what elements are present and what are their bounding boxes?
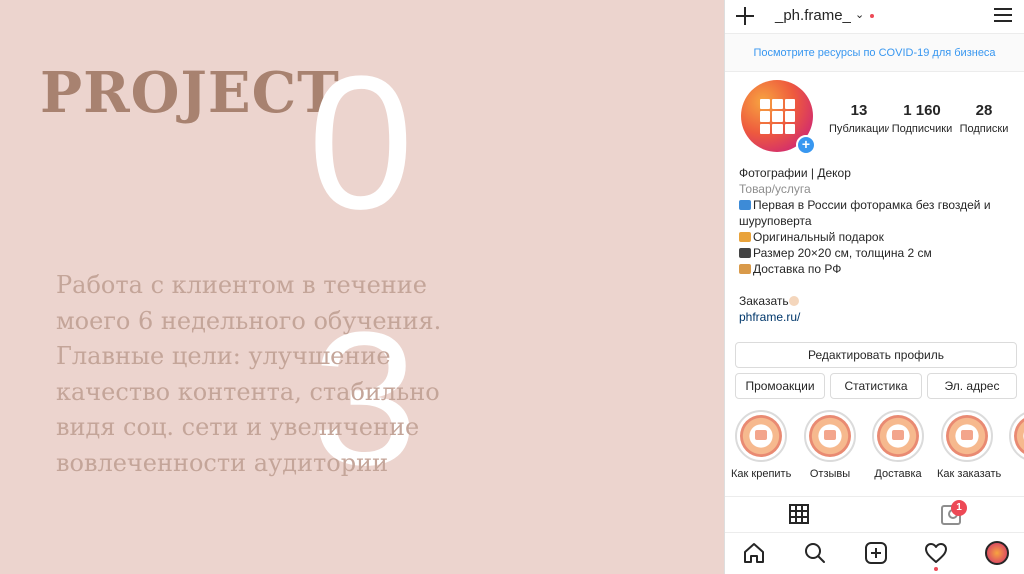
tagged-count-badge: 1 [951,500,967,516]
bio-line: Заказать [739,294,789,308]
arrow-up-icon [739,200,751,210]
slide-description: Работа с клиентом в течение моего 6 неде… [56,268,456,481]
profile-category: Товар/услуга [739,182,811,196]
highlight-item[interactable]: Отзывы [800,410,860,480]
promotions-button[interactable]: Промоакции [735,373,825,399]
description-line: качество контента, стабильно [56,377,440,406]
activity-dot [934,567,938,571]
covid-resources-link[interactable]: Посмотрите ресурсы по COVID-19 для бизне… [753,47,995,59]
highlight-label: Отзывы [809,468,851,480]
highlight-cover [872,410,924,462]
insights-button[interactable]: Статистика [830,373,922,399]
description-line: Работа с клиентом в течение [56,271,427,299]
highlight-label: Доставка [874,468,922,480]
shopping-bag-icon [946,415,988,457]
add-story-icon[interactable]: + [796,135,816,155]
edit-profile-button[interactable]: Редактировать профиль [735,342,1017,368]
home-icon[interactable] [742,541,766,565]
highlight-item[interactable]: Как заказать [937,410,1002,480]
description-line: вовлеченности аудитории [56,448,389,477]
highlight-item[interactable]: Доставка [868,410,928,480]
bio-line: Размер 20×20 см, толщина 2 см [753,246,932,260]
search-icon[interactable] [803,541,827,565]
profile-tabs: 1 [725,496,1024,530]
bio-line: шуруповерта [739,214,812,228]
account-username[interactable]: _ph.frame_ [775,7,851,24]
bio-line: Оригинальный подарок [753,230,884,244]
highlight-label: Как заказать [937,468,1002,480]
description-line: Главные цели: улучшение [56,342,391,370]
stat-value: 13 [850,102,868,119]
highlight-cover [941,410,993,462]
heart-icon[interactable] [924,541,948,565]
delivery-box-icon [877,415,919,457]
profile-name: Фотографии | Декор [739,166,851,180]
description-line: моего 6 недельного обучения. [56,306,442,335]
bio-line: Первая в России фоторамка без гвоздей и [753,198,991,212]
ruler-icon [739,248,751,258]
stat-label: Публикации [829,123,889,135]
stat-value: 1 160 [903,102,941,119]
highlight-item[interactable]: Как крепить [731,410,791,480]
gift-icon [739,232,751,242]
stat-label: Подписчики [891,123,953,135]
bio-line: Доставка по РФ [753,262,842,276]
highlight-cover-icon [1014,415,1024,457]
covid-banner[interactable]: Посмотрите ресурсы по COVID-19 для бизне… [725,34,1024,72]
stat-label: Подписки [959,123,1009,135]
pointing-down-icon [788,296,799,306]
top-bar: _ph.frame_ ⌄ [725,0,1024,34]
create-post-icon[interactable] [864,541,888,565]
heart-message-icon [809,415,851,457]
slide-title: PROJECT [40,60,340,126]
plus-icon[interactable] [735,6,755,26]
description-line: видя соц. сети и увеличение [56,413,420,441]
notification-dot [870,14,874,18]
instagram-profile-screen: _ph.frame_ ⌄ Посмотрите ресурсы по COVID… [724,0,1024,574]
profile-avatar-icon[interactable] [985,541,1009,565]
package-icon [739,264,751,274]
email-button[interactable]: Эл. адрес [927,373,1017,399]
highlight-cover [735,410,787,462]
profile-website-link[interactable]: phframe.ru/ [739,309,1011,325]
slide-number-top: 0 [308,37,414,249]
profile-bio: Фотографии | Декор Товар/услуга Первая в… [725,165,1024,325]
bottom-navigation [725,532,1024,574]
highlight-item-partial[interactable] [1005,410,1024,462]
chevron-down-icon[interactable]: ⌄ [855,8,864,21]
highlight-cover [804,410,856,462]
presentation-slide: PROJECT 0 3 Работа с клиентом в течение … [0,0,724,574]
highlight-label: Как крепить [731,468,792,480]
stat-value: 28 [975,102,993,119]
menu-icon[interactable] [994,8,1012,22]
highlight-cover [1009,410,1024,462]
grid-logo-icon [760,99,795,134]
wrench-icon [740,415,782,457]
grid-icon[interactable] [789,504,809,524]
